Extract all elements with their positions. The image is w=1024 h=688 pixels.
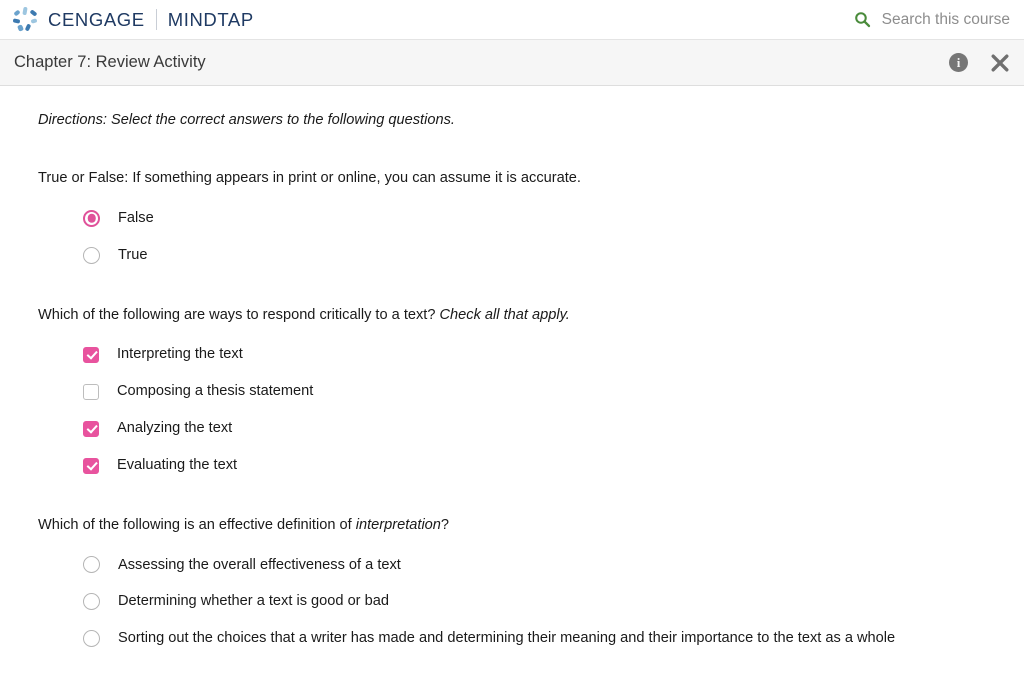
question-prompt-emphasis: Check all that apply. [439,306,570,323]
question-block: Which of the following is an effective d… [38,515,986,648]
option-label: Evaluating the text [117,457,238,474]
activity-header-bar: Chapter 7: Review Activity i [0,40,1024,86]
radio-button-unchecked[interactable] [83,556,100,574]
checkbox-checked[interactable] [83,346,99,363]
top-header-bar: CENGAGE MINDTAP Search this course [0,0,1024,40]
directions-text: Directions: Select the correct answers t… [38,112,455,128]
option-row[interactable]: True [83,246,986,265]
activity-content: Directions: Select the correct answers t… [0,86,1024,648]
cengage-petals-icon [12,6,38,33]
option-label: Assessing the overall effectiveness of a… [118,556,401,573]
option-row[interactable]: Determining whether a text is good or ba… [83,592,986,611]
question-prompt: Which of the following are ways to respo… [38,305,986,325]
page-title: Chapter 7: Review Activity [14,53,206,71]
brand-name-mindtap: MINDTAP [167,8,254,30]
radio-button-unchecked[interactable] [83,593,100,611]
question-prompt-text: Which of the following is an effective d… [38,517,356,534]
option-group: False True [38,209,986,265]
option-group: Interpreting the text Composing a thesis … [38,345,986,475]
option-label: True [118,246,148,263]
brand-divider [155,9,157,30]
radio-button-checked[interactable] [83,209,100,227]
radio-button-unchecked[interactable] [83,246,100,264]
option-label: False [118,209,154,226]
option-label: Composing a thesis statement [117,383,314,400]
option-row[interactable]: Assessing the overall effectiveness of a… [83,556,986,575]
question-prompt-text: True or False: If something appears in p… [38,170,581,187]
close-icon[interactable] [990,53,1010,73]
option-row[interactable]: Interpreting the text [83,345,986,364]
question-prompt-text: ? [440,517,450,534]
search-label: Search this course [881,10,1010,28]
question-block: Which of the following are ways to respo… [38,305,986,475]
option-row[interactable]: Sorting out the choices that a writer ha… [83,629,986,648]
radio-button-unchecked[interactable] [83,630,100,648]
brand-logo[interactable]: CENGAGE MINDTAP [12,6,254,33]
question-prompt-text: Which of the following are ways to respo… [38,306,440,323]
option-group: Assessing the overall effectiveness of a… [38,556,986,649]
option-row[interactable]: Analyzing the text [83,419,986,438]
checkbox-unchecked[interactable] [83,383,99,400]
question-prompt: True or False: If something appears in p… [38,168,986,188]
question-block: True or False: If something appears in p… [38,168,986,264]
option-label: Sorting out the choices that a writer ha… [118,630,896,647]
option-label: Analyzing the text [117,420,233,437]
brand-name-cengage: CENGAGE [48,8,145,30]
search-this-course-button[interactable]: Search this course [854,11,1010,29]
option-row[interactable]: False [83,209,986,228]
search-icon [854,12,870,28]
option-row[interactable]: Evaluating the text [83,456,986,475]
info-icon[interactable]: i [949,53,968,72]
checkbox-checked[interactable] [83,420,99,437]
activity-action-group: i [949,53,1010,73]
questions-list: True or False: If something appears in p… [38,168,986,648]
question-prompt: Which of the following is an effective d… [38,515,986,535]
option-row[interactable]: Composing a thesis statement [83,382,986,401]
question-prompt-emphasis: interpretation [355,517,441,534]
option-label: Interpreting the text [117,346,243,363]
option-label: Determining whether a text is good or ba… [118,593,389,610]
checkbox-checked[interactable] [83,457,99,474]
